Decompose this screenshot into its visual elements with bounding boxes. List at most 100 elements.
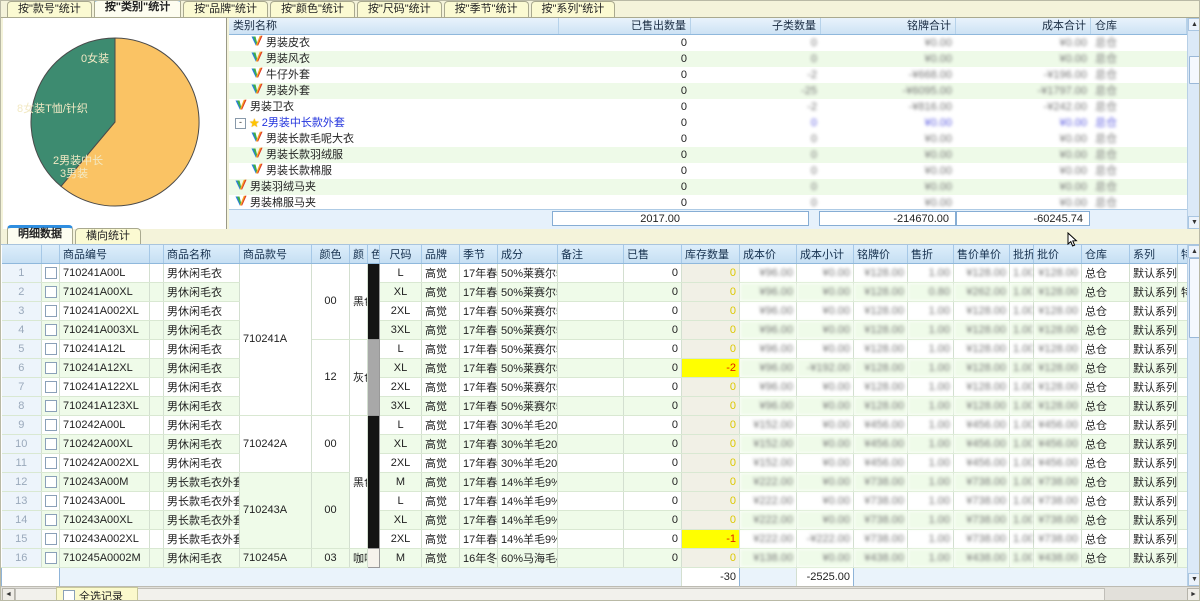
tree-scroll-up-icon[interactable]: ▲ (1188, 18, 1200, 31)
detail-row-5[interactable]: 5710241A12L男休闲毛衣12灰色L高觉17年春50%莱赛尔50%棉00¥… (2, 339, 1188, 358)
detail-row-6[interactable]: 6710241A12XL男休闲毛衣XL高觉17年春50%莱赛尔50%棉0-2¥9… (2, 358, 1188, 377)
tree-header-4[interactable]: 铭牌合计 (821, 18, 956, 34)
detail-header-season[interactable]: 季节 (460, 245, 498, 263)
top-tab-1[interactable]: 按"款号"统计 (7, 1, 92, 17)
detail-header-cost[interactable]: 成本价 (740, 245, 797, 263)
row-checkbox[interactable] (45, 305, 57, 317)
row-checkbox[interactable] (45, 267, 57, 279)
tree-vscrollbar[interactable]: ▲ ▼ (1187, 18, 1200, 229)
tree-row-7[interactable]: 男装长款毛呢大衣00¥0.00¥0.00总仓 (229, 131, 1187, 147)
detail-row-14[interactable]: 14710243A00XL男长款毛衣外套XL高觉17年春14%羊毛9%锦纶00¥… (2, 510, 1188, 529)
detail-header-rn[interactable] (2, 245, 42, 263)
tree-header-3[interactable]: 子类数量 (691, 18, 821, 34)
detail-header-ccode[interactable]: 颜色 (312, 245, 350, 263)
top-tab-3[interactable]: 按"品牌"统计 (183, 1, 268, 17)
tree-row-9[interactable]: 男装长款棉服00¥0.00¥0.00总仓 (229, 163, 1187, 179)
tree-scroll-thumb[interactable] (1189, 56, 1200, 84)
tree-row-8[interactable]: 男装长款羽绒服00¥0.00¥0.00总仓 (229, 147, 1187, 163)
detail-row-11[interactable]: 11710242A002XL男休闲毛衣2XL高觉17年春30%羊毛20%锦纶00… (2, 453, 1188, 472)
detail-header-tag[interactable]: 铭牌价 (854, 245, 908, 263)
detail-header-comp[interactable]: 成分 (498, 245, 558, 263)
detail-row-1[interactable]: 1710241A00L男休闲毛衣710241A00黑色L高觉17年春50%莱赛尔… (2, 263, 1188, 282)
hscroll-thumb[interactable] (15, 588, 1105, 601)
row-checkbox[interactable] (45, 286, 57, 298)
row-checkbox[interactable] (45, 362, 57, 374)
row-checkbox[interactable] (45, 400, 57, 412)
detail-scroll-thumb[interactable] (1189, 258, 1200, 338)
detail-scroll-down-icon[interactable]: ▼ (1188, 573, 1200, 586)
detail-row-7[interactable]: 7710241A122XL男休闲毛衣2XL高觉17年春50%莱赛尔50%棉00¥… (2, 377, 1188, 396)
hscroll-left-icon[interactable]: ◄ (2, 588, 15, 601)
cell-color-name: 灰色 (350, 339, 368, 415)
detail-header-code[interactable]: 商品编号 (60, 245, 150, 263)
tree-row-10[interactable]: 男装羽绒马夹00¥0.00¥0.00总仓 (229, 179, 1187, 195)
row-checkbox[interactable] (45, 438, 57, 450)
top-tab-5[interactable]: 按"尺码"统计 (357, 1, 442, 17)
detail-header-sold[interactable]: 已售 (624, 245, 682, 263)
row-checkbox[interactable] (45, 476, 57, 488)
tree-row-subcount: 0 (691, 115, 821, 131)
row-checkbox[interactable] (45, 381, 57, 393)
detail-row-10[interactable]: 10710242A00XL男休闲毛衣XL高觉17年春30%羊毛20%锦纶00¥1… (2, 434, 1188, 453)
row-checkbox[interactable] (45, 343, 57, 355)
tree-header-1[interactable]: 类别名称 (229, 18, 559, 34)
tree-header-2[interactable]: 已售出数量 (559, 18, 691, 34)
detail-header-brand[interactable]: 品牌 (422, 245, 460, 263)
detail-header-cname[interactable]: 颜 (350, 245, 368, 263)
detail-row-4[interactable]: 4710241A003XL男休闲毛衣3XL高觉17年春50%莱赛尔50%棉00¥… (2, 320, 1188, 339)
detail-header-costsub[interactable]: 成本小计 (797, 245, 854, 263)
tree-row-3[interactable]: 牛仔外套0-2-¥668.00-¥196.00总仓 (229, 67, 1187, 83)
row-checkbox[interactable] (45, 324, 57, 336)
detail-vscrollbar[interactable]: ▲ ▼ (1187, 245, 1200, 586)
detail-header-swatch[interactable]: 色 (368, 245, 380, 263)
detail-hscrollbar[interactable]: ◄ ► 全选记录 (1, 586, 1200, 601)
tree-row-6[interactable]: -★2男装中长款外套00¥0.00¥0.00总仓 (229, 115, 1187, 131)
detail-header-style[interactable]: 商品款号 (240, 245, 312, 263)
top-tab-4[interactable]: 按"颜色"统计 (270, 1, 355, 17)
row-checkbox[interactable] (45, 495, 57, 507)
detail-row-13[interactable]: 13710243A00L男长款毛衣外套L高觉17年春14%羊毛9%锦纶00¥22… (2, 491, 1188, 510)
detail-scroll-up-icon[interactable]: ▲ (1188, 245, 1200, 258)
row-checkbox[interactable] (45, 514, 57, 526)
tree-row-1[interactable]: 男装皮衣00¥0.00¥0.00总仓 (229, 35, 1187, 51)
tree-expander-icon[interactable]: - (235, 118, 246, 129)
detail-header-bf[interactable]: 批折 (1010, 245, 1034, 263)
bottom-tab-2[interactable]: 横向统计 (75, 228, 141, 244)
detail-row-8[interactable]: 8710241A123XL男休闲毛衣3XL高觉17年春50%莱赛尔50%棉00¥… (2, 396, 1188, 415)
detail-row-15[interactable]: 15710243A002XL男长款毛衣外套2XL高觉17年春14%羊毛9%锦纶0… (2, 529, 1188, 548)
detail-row-3[interactable]: 3710241A002XL男休闲毛衣2XL高觉17年春50%莱赛尔50%棉00¥… (2, 301, 1188, 320)
detail-header-sf[interactable]: 售折 (908, 245, 954, 263)
top-tab-2[interactable]: 按"类别"统计 (94, 0, 181, 17)
select-all-records[interactable]: 全选记录 (56, 587, 138, 601)
detail-header-stock[interactable]: 库存数量 (682, 245, 740, 263)
detail-header-wh[interactable]: 仓库 (1082, 245, 1130, 263)
tree-scroll-down-icon[interactable]: ▼ (1188, 216, 1200, 229)
tree-row-2[interactable]: 男装风衣00¥0.00¥0.00总仓 (229, 51, 1187, 67)
row-checkbox[interactable] (45, 419, 57, 431)
tree-header-6[interactable]: 仓库 (1091, 18, 1187, 34)
detail-header-cb[interactable] (42, 245, 60, 263)
detail-header-name[interactable]: 商品名称 (164, 245, 240, 263)
tree-row-5[interactable]: 男装卫衣0-2-¥816.00-¥242.00总仓 (229, 99, 1187, 115)
hscroll-right-icon[interactable]: ► (1187, 588, 1200, 601)
detail-header-gap[interactable] (150, 245, 164, 263)
select-all-checkbox[interactable] (63, 590, 75, 601)
detail-header-series[interactable]: 系列 (1130, 245, 1178, 263)
detail-header-size[interactable]: 尺码 (380, 245, 422, 263)
tree-row-4[interactable]: 男装外套0-25-¥6095.00-¥1797.00总仓 (229, 83, 1187, 99)
detail-header-bp[interactable]: 批价 (1034, 245, 1082, 263)
detail-row-12[interactable]: 12710243A00M男长款毛衣外套710243A00M高觉17年春14%羊毛… (2, 472, 1188, 491)
tree-header-5[interactable]: 成本合计 (956, 18, 1091, 34)
row-checkbox[interactable] (45, 457, 57, 469)
row-checkbox[interactable] (45, 533, 57, 545)
detail-row-16[interactable]: 16710245A0002M男休闲毛衣710245A03咖啡M高觉16年冬60%… (2, 548, 1188, 567)
detail-header-note[interactable]: 备注 (558, 245, 624, 263)
bottom-tab-1[interactable]: 明细数据 (7, 225, 73, 244)
detail-header-su[interactable]: 售价单价 (954, 245, 1010, 263)
row-checkbox[interactable] (45, 552, 57, 564)
detail-header-spec[interactable]: 特 (1178, 245, 1188, 263)
detail-row-2[interactable]: 2710241A00XL男休闲毛衣XL高觉17年春50%莱赛尔50%棉00¥96… (2, 282, 1188, 301)
top-tab-6[interactable]: 按"季节"统计 (444, 1, 529, 17)
detail-row-9[interactable]: 9710242A00L男休闲毛衣710242A00黑色L高觉17年春30%羊毛2… (2, 415, 1188, 434)
top-tab-7[interactable]: 按"系列"统计 (531, 1, 616, 17)
